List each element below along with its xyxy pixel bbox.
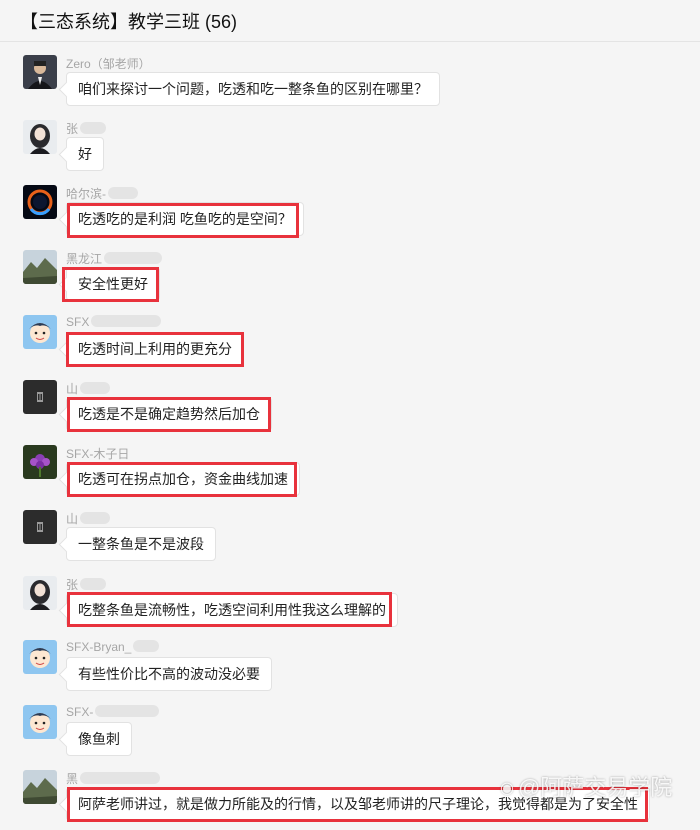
sender-name: 黑龙江 [66,250,163,267]
cartoon-boy-avatar[interactable] [23,705,57,739]
sender-name: SFX-Bryan_ [66,640,160,654]
redacted-name [95,705,160,717]
sender-name: SFX [66,315,162,329]
dark-logo-avatar[interactable] [23,510,57,544]
landscape-avatar[interactable] [23,250,57,284]
sender-name: 哈尔滨- [66,185,138,202]
redacted-name [104,252,163,264]
watermark-text: @阿萨交易学院 [517,775,673,800]
cartoon-boy-avatar[interactable] [23,315,57,349]
weibo-logo-icon: ◉ [500,780,514,797]
landscape-avatar[interactable] [23,770,57,804]
watermark: ◉ @阿萨交易学院 [500,770,672,802]
message-bubble: 安全性更好 [66,267,160,301]
sender-name: 张 [66,576,107,593]
redacted-name [80,122,107,134]
redacted-name [133,640,160,652]
planet-ring-avatar[interactable] [23,185,57,219]
redacted-name [80,578,107,590]
message-bubble: 吃透是不是确定趋势然后加仓 [66,397,272,431]
woman-portrait-avatar[interactable] [23,120,57,154]
message-bubble: 一整条鱼是不是波段 [66,527,216,561]
dark-logo-avatar[interactable] [23,380,57,414]
sender-name: 山 [66,510,111,527]
message-bubble: 咱们来探讨一个问题，吃透和吃一整条鱼的区别在哪里？ [66,72,440,106]
message-bubble: 有些性价比不高的波动没必要 [66,657,272,691]
message-bubble: 吃透可在拐点加仓，资金曲线加速 [66,462,300,496]
man-suit-avatar[interactable] [23,55,57,89]
message-bubble: 吃整条鱼是流畅性，吃透空间利用性我这么理解的 [66,593,398,627]
message-bubble: 吃透时间上利用的更充分 [66,332,244,366]
sender-name: Zero（邹老师） [66,57,151,71]
sender-name: 黑 [66,770,161,787]
message-bubble: 吃透吃的是利润 吃鱼吃的是空间？ [66,202,304,236]
cartoon-boy-avatar[interactable] [23,640,57,674]
message-bubble: 像鱼刺 [66,722,132,756]
sender-name: SFX-木子日 [66,447,130,461]
chat-title: 【三态系统】教学三班 (56) [20,12,238,32]
redacted-name [108,187,138,199]
message-bubble: 好 [66,137,104,171]
sender-name: 山 [66,380,111,397]
sender-name: 张 [66,120,107,137]
redacted-name [80,382,111,394]
woman-portrait-avatar[interactable] [23,576,57,610]
purple-flower-avatar[interactable] [23,445,57,479]
chat-header: 【三态系统】教学三班 (56) [0,0,700,42]
redacted-name [91,315,162,327]
redacted-name [80,512,111,524]
redacted-name [80,772,161,784]
sender-name: SFX- [66,705,160,719]
